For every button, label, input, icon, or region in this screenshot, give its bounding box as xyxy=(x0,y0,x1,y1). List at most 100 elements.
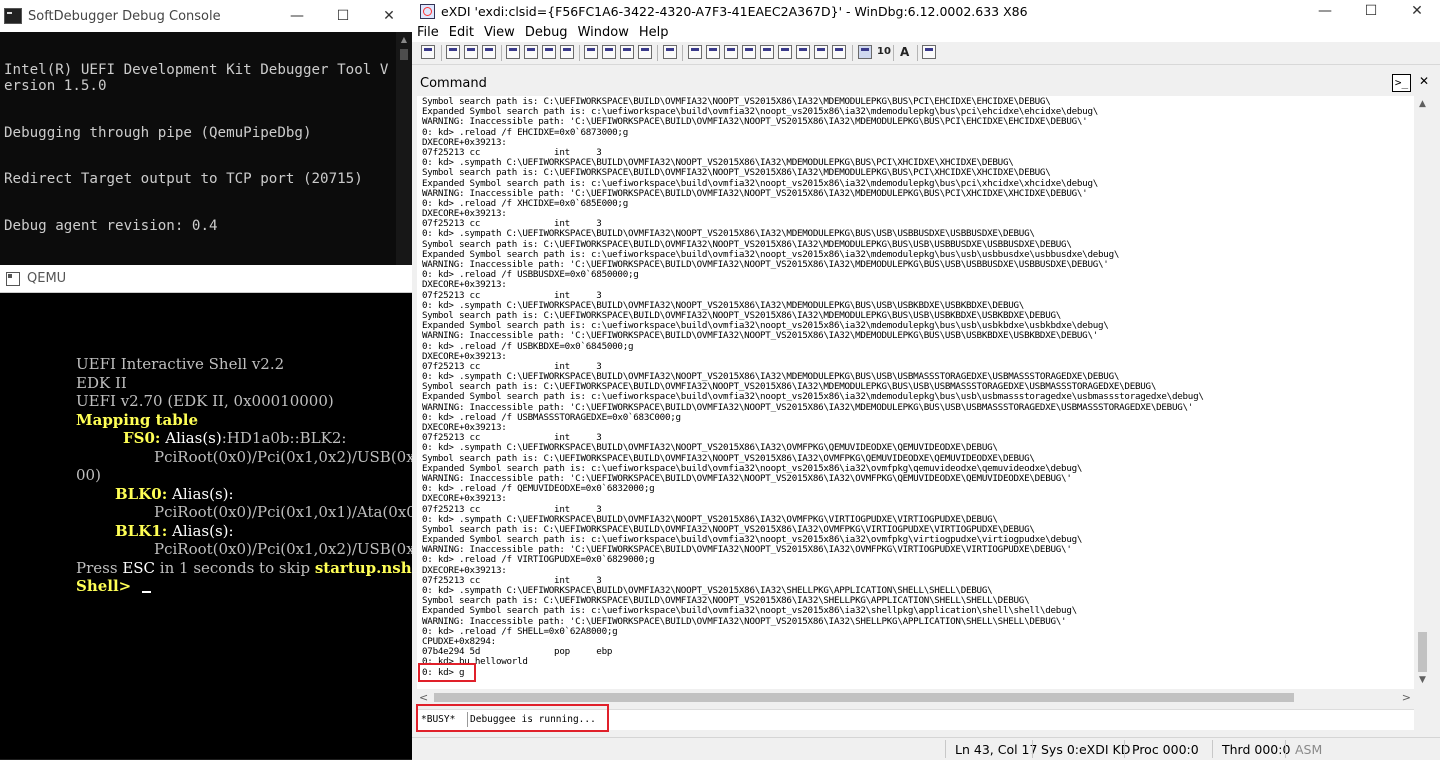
command-window-close-icon[interactable]: ✕ xyxy=(1419,74,1429,88)
restart-icon[interactable] xyxy=(524,45,538,59)
shell-edk: EDK II xyxy=(76,374,127,392)
horizontal-scroll-thumb[interactable] xyxy=(434,693,1294,702)
command-output-line: 0: kd> .reload /f QEMUVIDEODXE=0x0`68320… xyxy=(422,484,1204,494)
command-window-icon[interactable] xyxy=(688,45,702,59)
watch-window-icon[interactable] xyxy=(706,45,720,59)
console-scrollbar[interactable]: ▲ xyxy=(396,32,412,265)
console-close-button[interactable]: ✕ xyxy=(366,0,412,32)
memory-window-icon[interactable] xyxy=(760,45,774,59)
shell-blk1-line: BLK1: Alias(s): xyxy=(115,522,234,540)
open-file-icon[interactable] xyxy=(421,45,435,59)
menu-help[interactable]: Help xyxy=(634,25,674,40)
command-output-line: Symbol search path is: C:\UEFIWORKSPACE\… xyxy=(422,168,1204,178)
windbg-titlebar[interactable]: eXDI 'exdi:clsid={F56FC1A6-3422-4320-A7F… xyxy=(412,0,1440,22)
toolbar-separator xyxy=(893,45,894,61)
toolbar-separator xyxy=(852,45,853,61)
disassembly-window-icon[interactable] xyxy=(796,45,810,59)
hex-mode-icon[interactable]: 10 xyxy=(877,46,891,57)
step-out-icon[interactable] xyxy=(620,45,634,59)
console-titlebar[interactable]: SoftDebugger Debug Console — ☐ ✕ xyxy=(0,0,412,32)
blk0-path: PciRoot(0x0)/Pci(0x1,0x1)/Ata(0x0 xyxy=(154,503,412,521)
console-window-title: SoftDebugger Debug Console xyxy=(28,9,221,24)
processes-threads-icon[interactable] xyxy=(832,45,846,59)
windbg-maximize-button[interactable]: ☐ xyxy=(1348,0,1394,22)
command-output-line: 0: kd> .reload /f VIRTIOGPUDXE=0x0`68290… xyxy=(422,555,1204,565)
console-maximize-button[interactable]: ☐ xyxy=(320,0,366,32)
softdebugger-console-window[interactable]: SoftDebugger Debug Console — ☐ ✕ Intel(R… xyxy=(0,0,412,265)
blk0-alias: Alias(s): xyxy=(172,485,234,503)
break-icon[interactable] xyxy=(560,45,574,59)
go-icon[interactable] xyxy=(506,45,520,59)
status-divider xyxy=(1212,740,1213,758)
status-divider xyxy=(1285,740,1286,758)
output-vertical-scrollbar[interactable]: ▲ ▼ xyxy=(1414,96,1431,689)
menu-view[interactable]: View xyxy=(479,25,520,40)
console-line: Debugging through pipe (QemuPipeDbg) xyxy=(4,126,396,142)
scroll-left-icon[interactable]: < xyxy=(419,689,428,706)
font-icon[interactable]: A xyxy=(900,45,909,59)
source-mode-icon[interactable] xyxy=(858,45,872,59)
qemu-window[interactable]: QEMU UEFI Interactive Shell v2.2 EDK II … xyxy=(0,265,412,759)
run-to-cursor-icon[interactable] xyxy=(638,45,652,59)
step-into-icon[interactable] xyxy=(584,45,598,59)
shell-prompt: Shell> xyxy=(76,577,136,595)
copy-icon[interactable] xyxy=(464,45,478,59)
console-output: Intel(R) UEFI Development Kit Debugger T… xyxy=(0,32,396,265)
qemu-app-icon xyxy=(6,272,20,286)
console-app-icon xyxy=(4,8,22,24)
menu-window[interactable]: Window xyxy=(573,25,634,40)
registers-window-icon[interactable] xyxy=(742,45,756,59)
shell-prompt-line[interactable]: Shell> xyxy=(76,577,151,595)
shell-banner: UEFI Interactive Shell v2.2 xyxy=(76,355,284,373)
toolbar-separator xyxy=(579,45,580,61)
console-scroll-thumb[interactable] xyxy=(400,49,408,60)
scroll-up-icon[interactable]: ▲ xyxy=(1414,96,1431,113)
windbg-minimize-button[interactable]: — xyxy=(1302,0,1348,22)
command-output-text: Symbol search path is: C:\UEFIWORKSPACE\… xyxy=(422,97,1204,678)
command-output-line: 0: kd> .reload /f SHELL=0x0`62A8000;g xyxy=(422,627,1204,637)
paste-icon[interactable] xyxy=(482,45,496,59)
busy-prompt: *BUSY* xyxy=(421,714,455,725)
output-horizontal-scrollbar[interactable]: < > xyxy=(417,689,1414,706)
scratch-pad-icon[interactable] xyxy=(814,45,828,59)
status-divider xyxy=(945,740,946,758)
command-input[interactable] xyxy=(467,712,1410,727)
windbg-toolbar: 10 A xyxy=(412,42,1440,65)
vertical-scroll-thumb[interactable] xyxy=(1418,632,1427,672)
command-output-pane[interactable]: Symbol search path is: C:\UEFIWORKSPACE\… xyxy=(417,96,1414,689)
toolbar-separator xyxy=(441,45,442,61)
locals-window-icon[interactable] xyxy=(724,45,738,59)
command-output-line: 07b4e294 5d pop ebp xyxy=(422,647,1204,657)
status-asm-mode: ASM xyxy=(1295,742,1322,757)
press-text-a: Press xyxy=(76,559,122,577)
options-icon[interactable] xyxy=(922,45,936,59)
terminal-icon[interactable]: >_ xyxy=(1392,74,1411,92)
fs0-name: FS0: xyxy=(123,429,160,447)
stop-debugging-icon[interactable] xyxy=(542,45,556,59)
command-output-line: DXECORE+0x39213: xyxy=(422,494,1204,504)
cut-icon[interactable] xyxy=(446,45,460,59)
command-output-line: WARNING: Inaccessible path: 'C:\UEFIWORK… xyxy=(422,331,1204,341)
menu-edit[interactable]: Edit xyxy=(444,25,479,40)
scroll-down-icon[interactable]: ▼ xyxy=(1414,672,1431,689)
console-minimize-button[interactable]: — xyxy=(274,0,320,32)
scroll-right-icon[interactable]: > xyxy=(1402,689,1411,706)
blk0-name: BLK0: xyxy=(115,485,167,503)
windbg-app-icon xyxy=(420,4,435,19)
blk1-path: PciRoot(0x0)/Pci(0x1,0x2)/USB(0x0 xyxy=(154,540,412,558)
console-scroll-up-icon[interactable]: ▲ xyxy=(396,32,412,48)
menu-file[interactable]: File xyxy=(412,25,444,40)
hand-icon[interactable] xyxy=(663,45,677,59)
shell-uefi-version: UEFI v2.70 (EDK II, 0x00010000) xyxy=(76,392,334,410)
shell-cursor xyxy=(142,591,151,593)
windbg-close-button[interactable]: ✕ xyxy=(1394,0,1440,22)
qemu-screen[interactable]: UEFI Interactive Shell v2.2 EDK II UEFI … xyxy=(0,293,412,759)
call-stack-icon[interactable] xyxy=(778,45,792,59)
windbg-window[interactable]: eXDI 'exdi:clsid={F56FC1A6-3422-4320-A7F… xyxy=(412,0,1440,759)
qemu-titlebar[interactable]: QEMU xyxy=(0,265,412,293)
menu-debug[interactable]: Debug xyxy=(520,25,573,40)
command-output-line: 0: kd> .reload /f USBMASSSTORAGEDXE=0x0`… xyxy=(422,413,1204,423)
qemu-window-title: QEMU xyxy=(27,271,66,286)
step-over-icon[interactable] xyxy=(602,45,616,59)
status-thread: Thrd 000:0 xyxy=(1222,742,1290,757)
